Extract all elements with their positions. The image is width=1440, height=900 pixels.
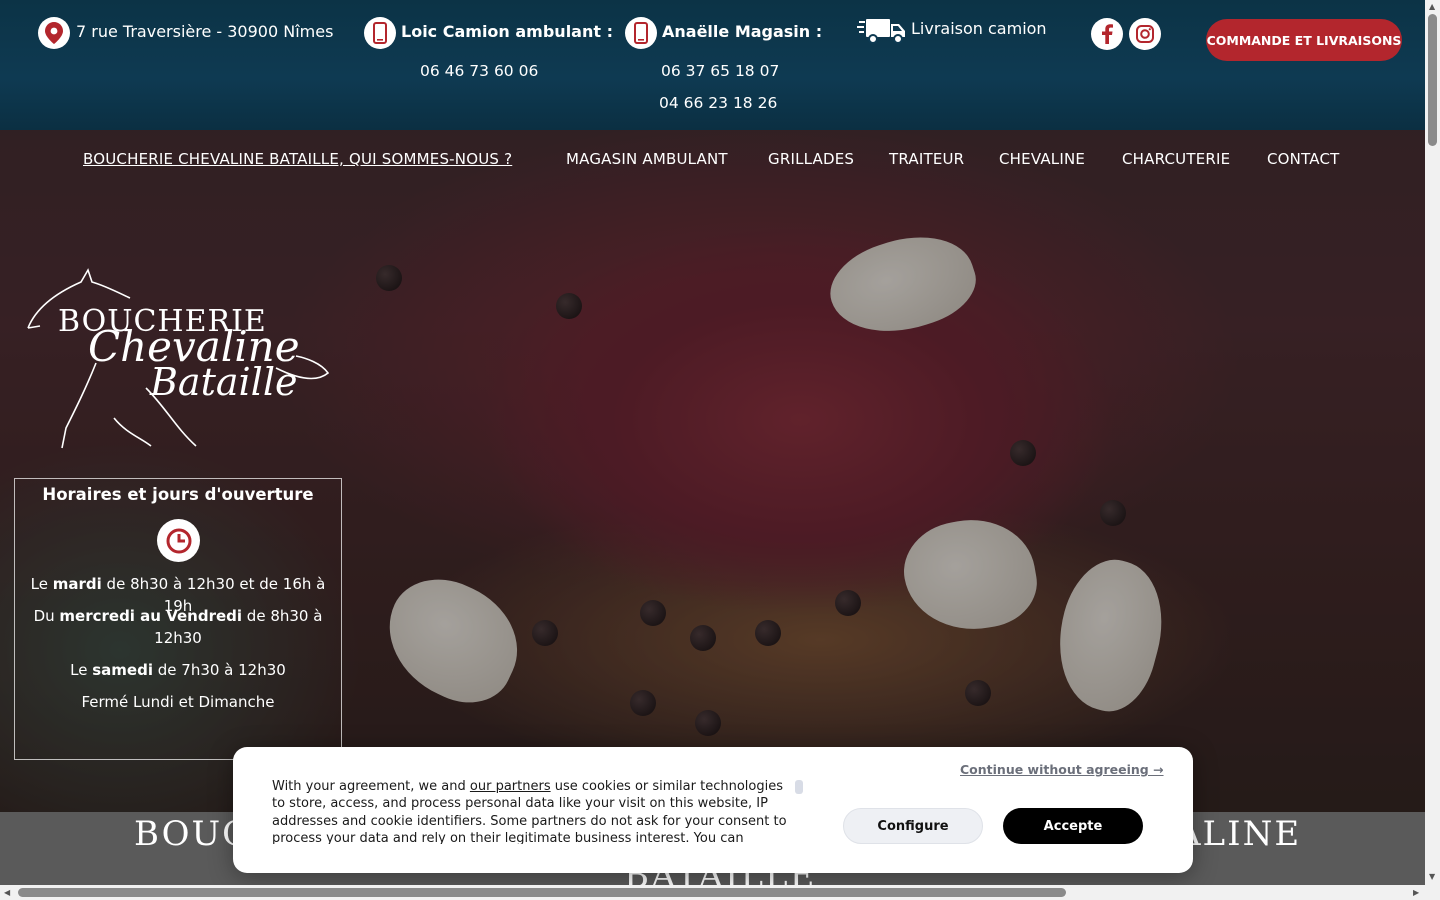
nav-item-about[interactable]: BOUCHERIE CHEVALINE BATAILLE, QUI SOMMES… <box>83 150 512 168</box>
nav-item-contact[interactable]: CONTACT <box>1267 150 1340 168</box>
accept-button[interactable]: Accepte <box>1003 808 1143 844</box>
nav-item-grillades[interactable]: GRILLADES <box>768 150 854 168</box>
continue-without-agreeing-link[interactable]: Continue without agreeing → <box>960 762 1164 777</box>
address-text: 7 rue Traversière - 30900 Nîmes <box>76 22 334 41</box>
phone-link-anaelle-mobile[interactable]: 06 37 65 18 07 <box>661 62 779 80</box>
order-delivery-button[interactable]: COMMANDE ET LIVRAISONS <box>1206 19 1402 61</box>
delivery-truck-icon <box>857 17 907 45</box>
facebook-icon[interactable] <box>1091 18 1123 50</box>
horizontal-scrollbar[interactable]: ◀ ▶ <box>0 885 1425 900</box>
mobile-phone-icon <box>364 17 396 49</box>
hours-line-wed-fri: Du mercredi au Vendredi de 8h30 à 12h30 <box>33 607 323 647</box>
phone-link-loic[interactable]: 06 46 73 60 06 <box>420 62 538 80</box>
top-header: 7 rue Traversière - 30900 Nîmes Loic Cam… <box>0 0 1425 130</box>
scroll-left-arrow-icon[interactable]: ◀ <box>4 888 10 897</box>
nav-item-charcuterie[interactable]: CHARCUTERIE <box>1122 150 1230 168</box>
instagram-icon[interactable] <box>1129 18 1161 50</box>
site-logo[interactable]: BOUCHERIE Chevaline Bataille <box>26 268 336 453</box>
cookie-consent-text: With your agreement, we and our partners… <box>272 779 787 844</box>
scroll-up-arrow-icon[interactable]: ▲ <box>1429 2 1435 11</box>
cookie-consent-dialog: With your agreement, we and our partners… <box>233 747 1193 873</box>
vertical-scrollbar-thumb[interactable] <box>1428 14 1437 146</box>
contact-loic-label: Loic Camion ambulant : <box>401 22 613 41</box>
vertical-scrollbar[interactable]: ▲ ▼ <box>1425 0 1440 900</box>
clock-icon <box>157 519 200 562</box>
scroll-right-arrow-icon[interactable]: ▶ <box>1413 888 1419 897</box>
map-pin-icon <box>38 17 70 49</box>
cookie-text-scrollbar[interactable] <box>795 780 803 794</box>
main-navigation: BOUCHERIE CHEVALINE BATAILLE, QUI SOMMES… <box>0 150 1425 174</box>
scroll-down-arrow-icon[interactable]: ▼ <box>1429 872 1435 881</box>
opening-hours-box: Horaires et jours d'ouverture Le mardi d… <box>14 478 342 760</box>
opening-hours-title: Horaires et jours d'ouverture <box>42 485 314 504</box>
mobile-phone-icon <box>625 17 657 49</box>
nav-item-traiteur[interactable]: TRAITEUR <box>889 150 964 168</box>
nav-item-mobile-shop[interactable]: MAGASIN AMBULANT <box>566 150 728 168</box>
hours-line-saturday: Le samedi de 7h30 à 12h30 <box>70 661 286 679</box>
delivery-label: Livraison camion <box>911 19 1047 38</box>
configure-button[interactable]: Configure <box>843 808 983 844</box>
page-title-right: ALINE <box>1176 814 1302 854</box>
our-partners-link[interactable]: our partners <box>470 779 551 794</box>
hours-line-closed: Fermé Lundi et Dimanche <box>81 693 275 711</box>
logo-line-bataille: Bataille <box>150 360 298 404</box>
nav-item-chevaline[interactable]: CHEVALINE <box>999 150 1085 168</box>
horizontal-scrollbar-thumb[interactable] <box>18 888 1066 897</box>
phone-link-anaelle-shop[interactable]: 04 66 23 18 26 <box>659 94 777 112</box>
contact-anaelle-label: Anaëlle Magasin : <box>662 22 823 41</box>
